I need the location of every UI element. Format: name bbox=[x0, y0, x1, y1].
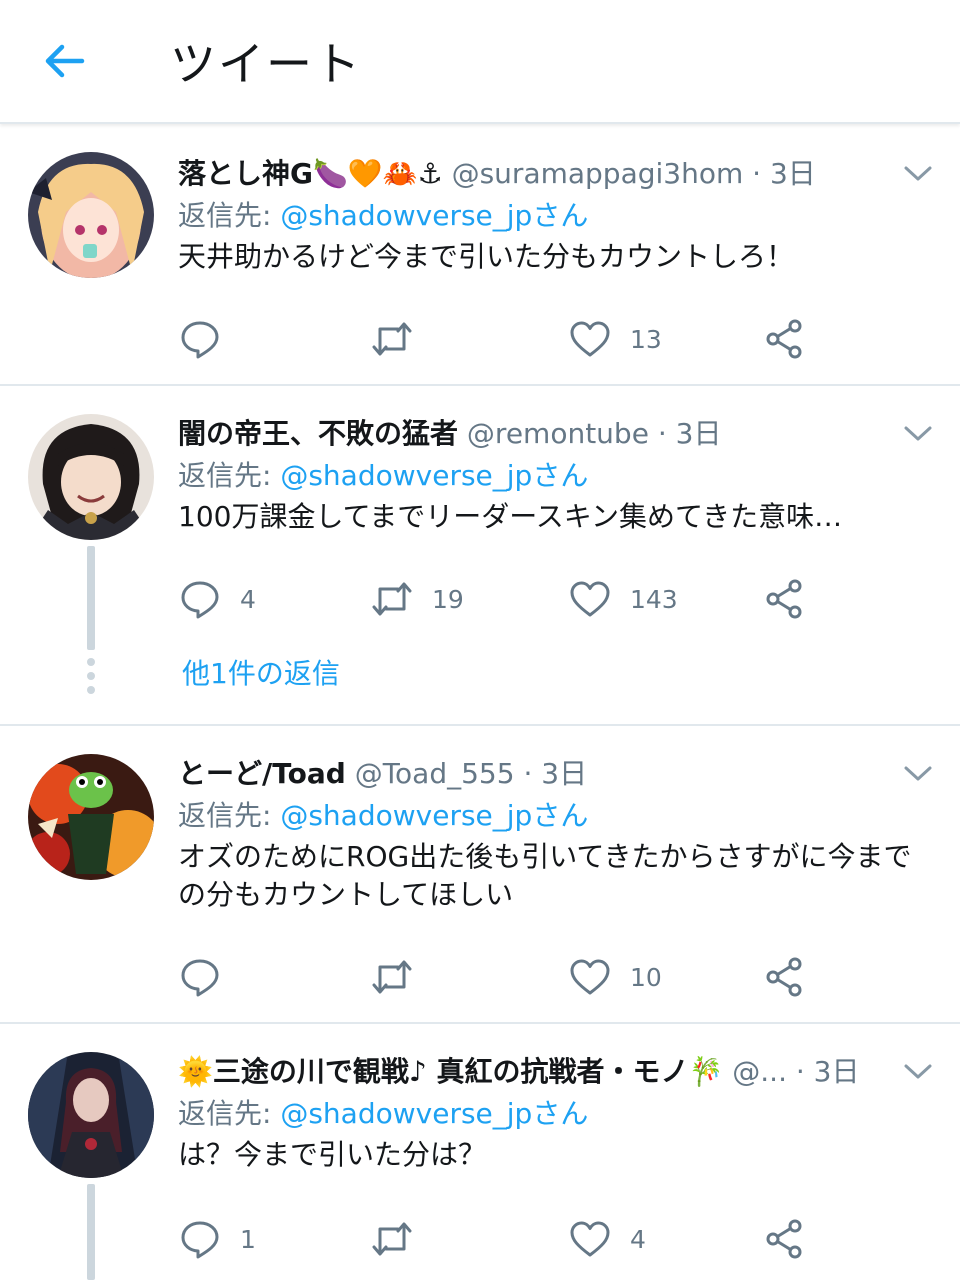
tweet-header: とーど/Toad @Toad_555 · 3日 bbox=[178, 752, 900, 792]
reply-icon bbox=[181, 321, 219, 359]
avatar[interactable] bbox=[28, 414, 154, 540]
reply-count: 1 bbox=[240, 1224, 256, 1254]
retweet-button[interactable]: 19 bbox=[370, 574, 464, 624]
thread-line bbox=[87, 546, 95, 650]
chevron-down-icon[interactable] bbox=[900, 1056, 936, 1086]
reply-prefix: 返信先: bbox=[178, 199, 281, 232]
retweet-count: 19 bbox=[432, 584, 464, 614]
tweet-header: 🌞三途の川で観戦♪ 真紅の抗戦者・モノ🎋 @... · 3日 bbox=[178, 1050, 900, 1090]
action-bar: 4 19 143 bbox=[178, 574, 918, 624]
tweet-text: オズのためにROG出た後も引いてきたからさすがに今までの分もカウントしてほしい bbox=[178, 840, 912, 911]
reply-to-link[interactable]: @shadowverse_jpさん bbox=[280, 799, 588, 832]
reply-to-link[interactable]: @shadowverse_jpさん bbox=[280, 459, 588, 492]
user-handle[interactable]: @suramappagi3hom bbox=[452, 157, 744, 190]
action-bar: 10 bbox=[178, 952, 918, 1002]
avatar[interactable] bbox=[28, 1052, 154, 1178]
chevron-down-icon[interactable] bbox=[900, 158, 936, 188]
timestamp[interactable]: 3日 bbox=[770, 157, 816, 190]
chevron-down-icon[interactable] bbox=[900, 758, 936, 788]
retweet-icon bbox=[372, 960, 412, 994]
retweet-button[interactable] bbox=[370, 314, 432, 364]
share-icon bbox=[766, 957, 802, 997]
like-button[interactable]: 10 bbox=[568, 952, 662, 1002]
tweet-3[interactable]: とーど/Toad @Toad_555 · 3日 返信先: @shadowvers… bbox=[0, 726, 960, 1024]
share-button[interactable] bbox=[762, 574, 806, 624]
reply-to-link[interactable]: @shadowverse_jpさん bbox=[280, 1097, 588, 1130]
reply-icon bbox=[181, 581, 219, 619]
action-bar: 1 4 bbox=[178, 1214, 918, 1264]
like-button[interactable]: 4 bbox=[568, 1214, 646, 1264]
reply-context: 返信先: @shadowverse_jpさん bbox=[178, 194, 588, 234]
like-count: 10 bbox=[630, 962, 662, 992]
reply-context: 返信先: @shadowverse_jpさん bbox=[178, 794, 588, 834]
heart-icon bbox=[570, 581, 610, 617]
tweet-header: 落とし神G🍆🧡🦀⚓ @suramappagi3hom · 3日 bbox=[178, 152, 900, 192]
reply-prefix: 返信先: bbox=[178, 1097, 281, 1130]
reply-icon bbox=[181, 1221, 219, 1259]
heart-icon bbox=[570, 321, 610, 357]
tweet-text: 100万課金してまでリーダースキン集めてきた意味… bbox=[178, 500, 843, 533]
avatar[interactable] bbox=[28, 152, 154, 278]
like-button[interactable]: 143 bbox=[568, 574, 678, 624]
display-name[interactable]: とーど/Toad bbox=[178, 757, 346, 790]
user-handle[interactable]: @remontube bbox=[467, 417, 649, 450]
tweet-2[interactable]: 闇の帝王、不敗の猛者 @remontube · 3日 返信先: @shadowv… bbox=[0, 386, 960, 726]
avatar[interactable] bbox=[28, 754, 154, 880]
separator: · bbox=[786, 1055, 814, 1088]
like-button[interactable]: 13 bbox=[568, 314, 662, 364]
tweet-4[interactable]: 🌞三途の川で観戦♪ 真紅の抗戦者・モノ🎋 @... · 3日 返信先: @sha… bbox=[0, 1024, 960, 1280]
retweet-button[interactable] bbox=[370, 1214, 432, 1264]
reply-button[interactable]: 1 bbox=[178, 1214, 256, 1264]
thread-dots bbox=[87, 658, 95, 700]
timestamp[interactable]: 3日 bbox=[541, 757, 587, 790]
reply-icon bbox=[181, 959, 219, 997]
arrow-left-icon[interactable] bbox=[40, 36, 90, 86]
share-icon bbox=[766, 1219, 802, 1259]
timestamp[interactable]: 3日 bbox=[814, 1055, 860, 1088]
separator: · bbox=[743, 157, 770, 190]
display-name[interactable]: 落とし神G🍆🧡🦀⚓ bbox=[178, 157, 443, 190]
share-button[interactable] bbox=[762, 314, 806, 364]
heart-icon bbox=[570, 959, 610, 995]
reply-button[interactable] bbox=[178, 314, 240, 364]
user-handle[interactable]: @Toad_555 bbox=[355, 757, 515, 790]
display-name[interactable]: 🌞三途の川で観戦♪ 真紅の抗戦者・モノ🎋 bbox=[178, 1055, 723, 1088]
reply-context: 返信先: @shadowverse_jpさん bbox=[178, 1092, 588, 1132]
like-count: 143 bbox=[630, 584, 678, 614]
retweet-icon bbox=[372, 1222, 412, 1256]
retweet-button[interactable] bbox=[370, 952, 432, 1002]
reply-count: 4 bbox=[240, 584, 256, 614]
share-button[interactable] bbox=[762, 1214, 806, 1264]
top-bar: ツイート bbox=[0, 0, 960, 124]
user-handle[interactable]: @... bbox=[732, 1055, 787, 1088]
reply-button[interactable]: 4 bbox=[178, 574, 256, 624]
reply-context: 返信先: @shadowverse_jpさん bbox=[178, 454, 588, 494]
timestamp[interactable]: 3日 bbox=[676, 417, 722, 450]
chevron-down-icon[interactable] bbox=[900, 418, 936, 448]
tweet-text: 天井助かるけど今まで引いた分もカウントしろ！ bbox=[178, 240, 795, 273]
reply-button[interactable] bbox=[178, 952, 240, 1002]
show-more-replies-link[interactable]: 他1件の返信 bbox=[182, 652, 340, 692]
thread-line bbox=[87, 1184, 95, 1280]
display-name[interactable]: 闇の帝王、不敗の猛者 bbox=[178, 417, 458, 450]
separator: · bbox=[648, 417, 676, 450]
tweet-header: 闇の帝王、不敗の猛者 @remontube · 3日 bbox=[178, 412, 900, 452]
tweet-1[interactable]: 落とし神G🍆🧡🦀⚓ @suramappagi3hom · 3日 返信先: @sh… bbox=[0, 126, 960, 386]
share-icon bbox=[766, 579, 802, 619]
reply-prefix: 返信先: bbox=[178, 459, 281, 492]
retweet-icon bbox=[372, 322, 412, 356]
share-icon bbox=[766, 319, 802, 359]
separator: · bbox=[514, 757, 542, 790]
reply-to-link[interactable]: @shadowverse_jpさん bbox=[280, 199, 588, 232]
like-count: 13 bbox=[630, 324, 662, 354]
tweet-text: は？今まで引いた分は？ bbox=[178, 1138, 487, 1171]
heart-icon bbox=[570, 1221, 610, 1257]
like-count: 4 bbox=[630, 1224, 646, 1254]
retweet-icon bbox=[372, 582, 412, 616]
reply-prefix: 返信先: bbox=[178, 799, 281, 832]
share-button[interactable] bbox=[762, 952, 806, 1002]
page-title: ツイート bbox=[170, 37, 362, 91]
action-bar: 13 bbox=[178, 314, 918, 364]
